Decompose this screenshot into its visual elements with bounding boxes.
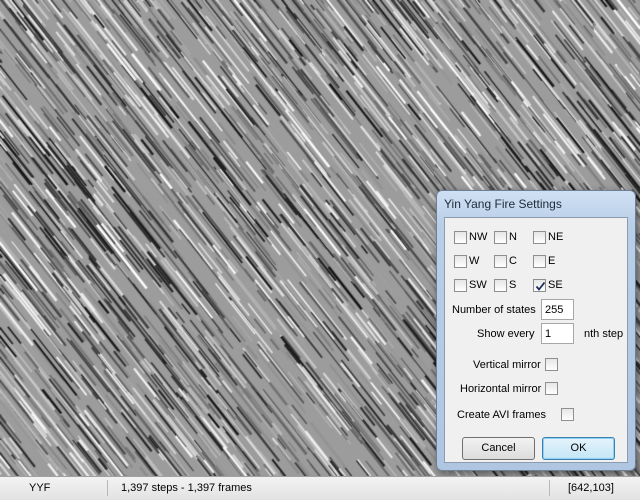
vertical-mirror-checkbox[interactable] [545,358,558,371]
avi-frames-checkbox[interactable] [561,408,574,421]
label-w: W [469,255,480,267]
checkbox-n[interactable] [494,231,507,244]
status-divider [549,480,550,496]
dialog-body: NW N NE W C E SW S SE Number of states S… [444,217,628,463]
dialog-title: Yin Yang Fire Settings [444,197,562,211]
vertical-mirror-label: Vertical mirror [473,359,541,371]
checkbox-sw[interactable] [454,279,467,292]
label-n: N [509,231,517,243]
status-coordinates: [642,103] [568,482,614,494]
checkmark-icon [535,281,546,291]
show-every-input[interactable] [541,323,574,344]
cancel-button[interactable]: Cancel [462,437,535,460]
status-bar: YYF 1,397 steps - 1,397 frames [642,103] [0,476,640,500]
label-ne: NE [548,231,564,243]
checkbox-e[interactable] [533,255,546,268]
checkbox-nw[interactable] [454,231,467,244]
avi-frames-label: Create AVI frames [457,409,547,421]
checkbox-c[interactable] [494,255,507,268]
label-nw: NW [469,231,488,243]
checkbox-ne[interactable] [533,231,546,244]
status-divider [107,480,108,496]
show-every-label: Show every [477,328,535,340]
status-mode: YYF [29,482,51,494]
label-c: C [509,255,517,267]
states-label: Number of states [452,304,536,316]
label-e: E [548,255,556,267]
horizontal-mirror-checkbox[interactable] [545,382,558,395]
horizontal-mirror-label: Horizontal mirror [460,383,542,395]
label-se: SE [548,279,563,291]
ok-button[interactable]: OK [542,437,615,460]
show-every-suffix: nth step [584,328,624,340]
checkbox-se[interactable] [533,279,546,292]
checkbox-s[interactable] [494,279,507,292]
label-s: S [509,279,517,291]
states-input[interactable] [541,299,574,320]
checkbox-w[interactable] [454,255,467,268]
label-sw: SW [469,279,487,291]
status-progress: 1,397 steps - 1,397 frames [121,482,252,494]
settings-dialog: Yin Yang Fire Settings NW N NE W C E SW … [436,190,636,471]
